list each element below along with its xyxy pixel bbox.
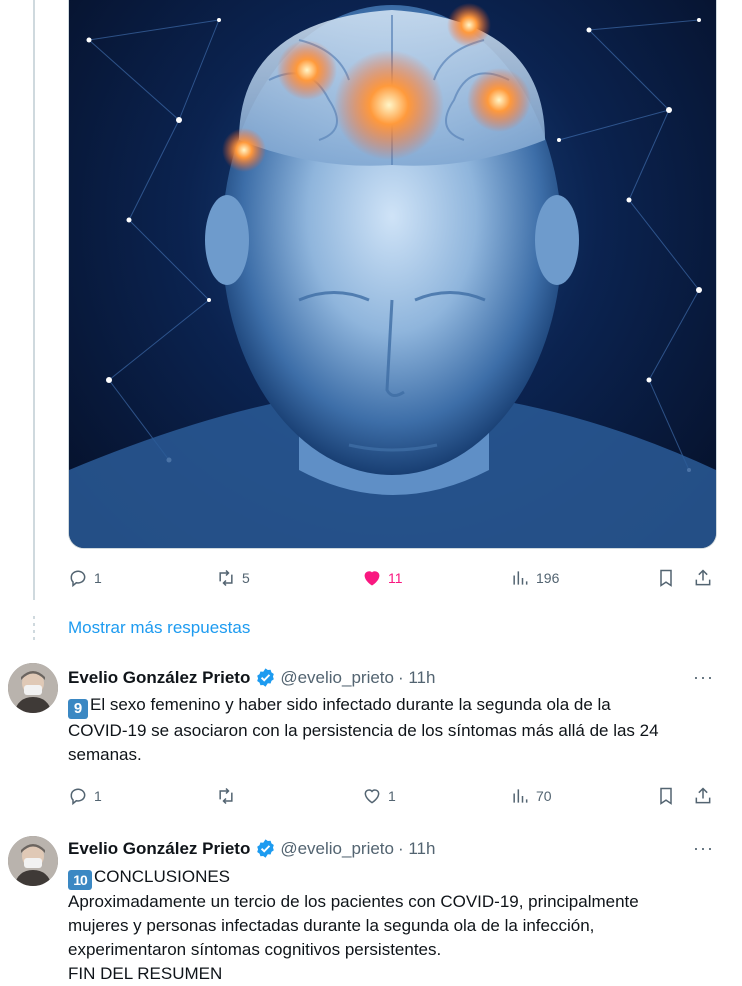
tweet-line: El sexo femenino y haber sido infectado … [90, 695, 611, 714]
share-button[interactable] [693, 567, 713, 589]
heart-icon [364, 571, 380, 586]
share-icon [695, 787, 711, 804]
like-count: 1 [388, 788, 396, 804]
heart-icon [364, 789, 380, 804]
retweet-icon [219, 569, 233, 587]
reply-icon [70, 570, 86, 588]
reply-count: 1 [94, 570, 102, 586]
like-button[interactable]: 11 [362, 567, 403, 589]
retweet-count: 5 [242, 570, 250, 586]
bookmark-button[interactable] [656, 567, 676, 589]
keycap-emoji: 9 [68, 699, 88, 719]
views-icon [513, 571, 528, 585]
like-count: 11 [388, 570, 403, 586]
avatar[interactable] [8, 836, 58, 886]
tweet-header: Evelio González Prieto @evelio_prieto · … [68, 667, 435, 688]
author-name[interactable]: Evelio González Prieto [68, 668, 250, 688]
avatar-photo [8, 836, 58, 886]
more-options-button[interactable]: ··· [693, 667, 714, 688]
avatar[interactable] [8, 663, 58, 713]
thread-dots [33, 616, 35, 640]
reply-button[interactable]: 1 [68, 785, 102, 807]
retweet-button[interactable] [216, 785, 242, 807]
tweet-time[interactable]: · 11h [398, 839, 436, 859]
brain-illustration [69, 3, 716, 548]
share-button[interactable] [693, 785, 713, 807]
tweet-time[interactable]: · 11h [398, 668, 436, 688]
tweet-actions: 1 5 11 196 [68, 567, 715, 589]
retweet-button[interactable]: 5 [216, 567, 250, 589]
show-more-replies-link[interactable]: Mostrar más respuestas [68, 618, 250, 638]
views-button[interactable]: 70 [510, 785, 552, 807]
verified-badge-icon [257, 668, 275, 687]
reply-icon [70, 788, 86, 806]
retweet-icon [219, 787, 233, 805]
tweet-actions: 1 1 70 [68, 785, 715, 807]
bookmark-icon [660, 787, 672, 805]
author-handle[interactable]: @evelio_prieto [280, 668, 394, 688]
author-name[interactable]: Evelio González Prieto [68, 839, 250, 859]
tweet-image[interactable] [68, 0, 717, 549]
more-options-button[interactable]: ··· [693, 838, 714, 859]
bookmark-icon [660, 569, 672, 587]
tweet-line: semanas. [68, 745, 142, 764]
tweet-line: CONCLUSIONES [94, 867, 231, 886]
avatar-photo [8, 663, 58, 713]
tweet-line: FIN DEL RESUMEN [68, 964, 223, 983]
reply-count: 1 [94, 788, 102, 804]
author-handle[interactable]: @evelio_prieto [280, 839, 394, 859]
views-button[interactable]: 196 [510, 567, 559, 589]
views-count: 70 [536, 788, 552, 804]
tweet-text: 9 El sexo femenino y haber sido infectado… [68, 693, 708, 767]
verified-badge-icon [257, 839, 275, 858]
tweet-line: COVID-19 se asociaron con la persistenci… [68, 721, 659, 740]
bookmark-button[interactable] [656, 785, 676, 807]
tweet-line: experimentaron síntomas cognitivos persi… [68, 940, 442, 959]
tweet-line: Aproximadamente un tercio de los pacient… [68, 892, 639, 911]
tweet-line: mujeres y personas infectadas durante la… [68, 916, 595, 935]
views-icon [513, 789, 528, 803]
share-icon [695, 569, 711, 586]
tweet-text: 10 CONCLUSIONES Aproximadamente un tercio… [68, 865, 708, 986]
thread-line [33, 0, 35, 600]
views-count: 196 [536, 570, 560, 586]
like-button[interactable]: 1 [362, 785, 396, 807]
keycap-emoji: 10 [68, 870, 92, 890]
reply-button[interactable]: 1 [68, 567, 102, 589]
tweet-header: Evelio González Prieto @evelio_prieto · … [68, 838, 435, 859]
